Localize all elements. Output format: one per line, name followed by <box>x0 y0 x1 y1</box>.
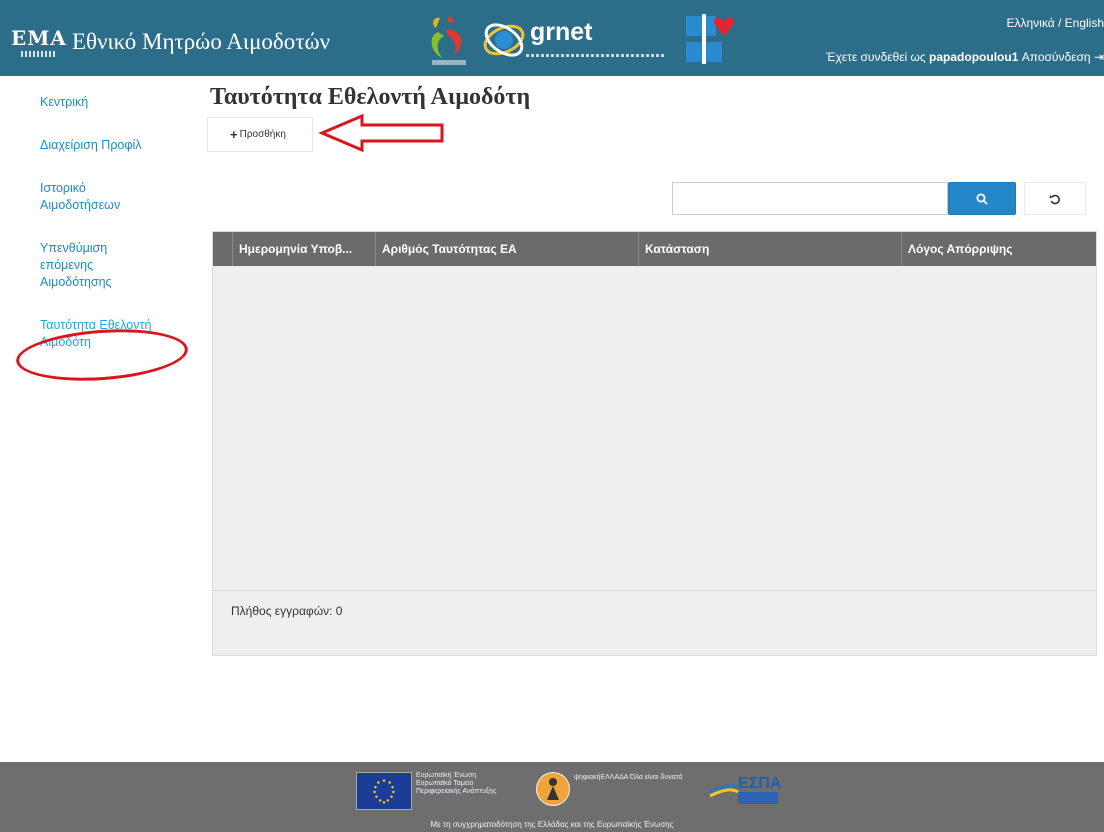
logout-link[interactable]: Αποσύνδεση ⇥ <box>1022 50 1104 64</box>
search-button[interactable] <box>948 182 1016 215</box>
app-header: ΕΜΑ Εθνικό Μητρώο Αιμοδοτών grnet Ελληνι… <box>0 0 1104 76</box>
digital-greece-text: ψηφιακήΕΛΛΑΔΑ Όλα είναι δυνατά <box>574 774 683 781</box>
grid-column-id-number[interactable]: Αριθμός Ταυτότητας ΕΑ <box>376 232 639 266</box>
grid-column-status[interactable]: Κατάσταση <box>639 232 902 266</box>
footer-cofunding-note: Με τη συγχρηματοδότηση της Ελλάδας και τ… <box>430 820 674 829</box>
search-icon <box>976 193 988 205</box>
health-ministry-logo <box>686 14 734 64</box>
ema-logo: ΕΜΑ <box>11 22 66 62</box>
footer: Ευρωπαϊκή Ένωση Ευρωπαϊκό Ταμείο Περιφερ… <box>0 762 1104 832</box>
eu-flag-icon <box>356 772 412 810</box>
language-switch[interactable]: Ελληνικά / English <box>1007 16 1104 30</box>
app-title: Εθνικό Μητρώο Αιμοδοτών <box>72 29 331 54</box>
grnet-emblem-icon <box>483 23 525 57</box>
annotation-arrow-icon <box>318 113 444 153</box>
ekea-logo <box>431 16 466 65</box>
grid-header: Ημερομηνία Υποβ... Αριθμός Ταυτότητας ΕΑ… <box>213 232 1096 266</box>
sidebar-nav: Κεντρική Διαχείριση Προφίλ Ιστορικό Αιμο… <box>40 94 190 351</box>
ema-logo-text: ΕΜΑ <box>11 25 67 50</box>
grnet-logo: grnet <box>480 14 670 66</box>
plus-icon: + <box>230 127 238 142</box>
ema-logo-subline <box>21 50 57 57</box>
logout-icon: ⇥ <box>1093 50 1104 64</box>
reset-button[interactable] <box>1024 182 1086 215</box>
username: papadopoulou1 <box>929 50 1019 64</box>
grid-footer-divider <box>213 590 1096 591</box>
grnet-logo-text: grnet <box>530 18 593 46</box>
refresh-icon <box>1049 194 1060 204</box>
add-button-label: Προσθήκη <box>239 129 286 140</box>
sidebar-item-donation-history[interactable]: Ιστορικό Αιμοδοτήσεων <box>40 180 150 214</box>
data-grid: Ημερομηνία Υποβ... Αριθμός Ταυτότητας ΕΑ… <box>212 231 1097 656</box>
login-prefix: Έχετε συνδεθεί ως <box>826 50 926 64</box>
search-input[interactable] <box>672 182 948 215</box>
espa-logo-text: ΕΣΠΑ <box>738 775 782 792</box>
logout-label: Αποσύνδεση <box>1021 50 1091 64</box>
login-status: Έχετε συνδεθεί ως papadopoulou1 Αποσύνδε… <box>826 50 1104 64</box>
espa-logo: ΕΣΠΑ <box>709 775 782 804</box>
digital-greece-logo <box>536 772 570 806</box>
record-count: Πλήθος εγγραφών: 0 <box>231 604 343 618</box>
page-title: Ταυτότητα Εθελοντή Αιμοδότη <box>210 84 531 110</box>
grnet-tagline <box>526 54 666 57</box>
eu-text: Ευρωπαϊκή Ένωση Ευρωπαϊκό Ταμείο Περιφερ… <box>416 772 497 795</box>
grid-column-select[interactable] <box>213 232 233 266</box>
grid-column-date[interactable]: Ημερομηνία Υποβ... <box>233 232 376 266</box>
add-button[interactable]: + Προσθήκη <box>207 117 313 152</box>
grid-column-rejection-reason[interactable]: Λόγος Απόρριψης <box>902 232 1096 266</box>
sidebar-item-profile[interactable]: Διαχείριση Προφίλ <box>40 137 190 154</box>
sidebar-item-home[interactable]: Κεντρική <box>40 94 190 111</box>
sidebar-item-next-donation-reminder[interactable]: Υπενθύμιση επόμενης Αιμοδότησης <box>40 240 150 291</box>
brand[interactable]: ΕΜΑ Εθνικό Μητρώο Αιμοδοτών <box>11 22 331 62</box>
